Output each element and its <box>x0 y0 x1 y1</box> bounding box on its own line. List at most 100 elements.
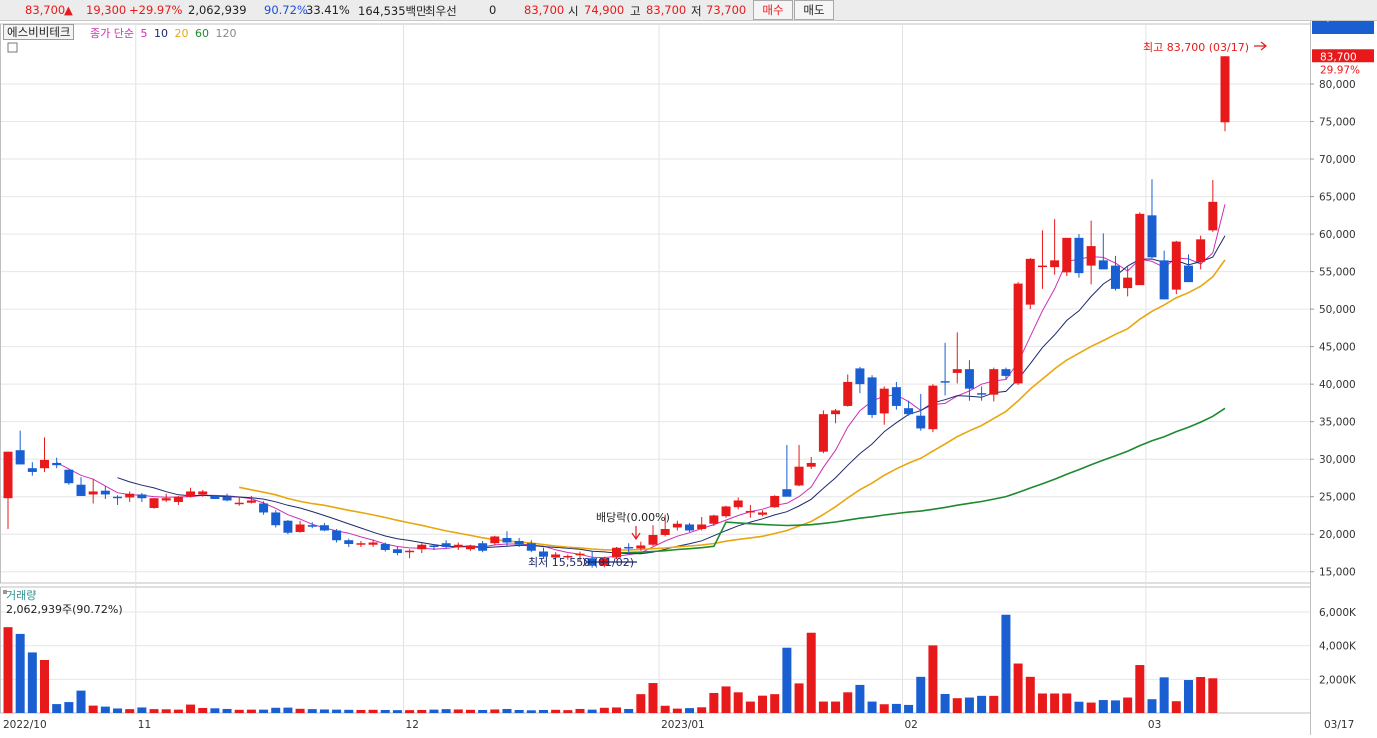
price-tick-label: 70,000 <box>1319 154 1356 166</box>
candle-body <box>392 549 402 553</box>
volume-bar <box>478 709 488 713</box>
sell-button[interactable]: 매도 <box>794 0 834 20</box>
candle <box>1086 220 1096 285</box>
volume-bar <box>3 627 13 713</box>
candle <box>1220 56 1230 132</box>
high-label: 고 <box>630 4 641 18</box>
open-label: 시 <box>568 4 579 18</box>
candle <box>453 542 463 550</box>
volume-bar <box>563 710 573 713</box>
high-arrow-icon <box>1254 41 1267 51</box>
candle <box>1159 250 1169 300</box>
candle <box>1037 230 1047 289</box>
candle-body <box>867 377 877 415</box>
candle <box>137 492 147 502</box>
x-tick-label: 2023/01 <box>661 719 705 731</box>
candle-body <box>210 495 220 499</box>
best-bid-label: 최우선 <box>425 4 457 18</box>
low-price: 73,700 <box>706 3 747 17</box>
candle-body <box>307 525 317 527</box>
candle-body <box>234 502 244 505</box>
volume-bar <box>210 708 220 713</box>
candle <box>831 408 841 424</box>
volume-bar <box>125 709 135 713</box>
volume-bar <box>612 707 621 713</box>
price-panel-border <box>0 23 1311 584</box>
candle <box>271 510 281 528</box>
candle-body <box>1037 265 1047 268</box>
low-label: 저 <box>691 4 702 18</box>
candle <box>490 535 500 546</box>
chart-area[interactable]: 15,000 20,000 25,000 30,000 35,000 40,000 45,0… <box>0 12 1377 735</box>
candle <box>417 543 427 553</box>
volume-tick-label: 2,000K <box>1319 674 1357 686</box>
candle <box>76 477 86 496</box>
candle-body <box>526 543 536 551</box>
volume-bar <box>198 707 208 713</box>
volume-bar <box>429 709 439 713</box>
candle-body <box>916 415 926 429</box>
volume-bar <box>271 707 281 713</box>
volume-bar <box>64 702 74 713</box>
volume-bar <box>76 690 86 713</box>
candle-body <box>758 512 768 515</box>
last-price-tag-text: 83,700 <box>1320 51 1357 63</box>
candle <box>818 410 828 454</box>
stock-name-box[interactable]: 에스비비테크 <box>3 24 75 40</box>
candle <box>222 493 232 502</box>
candle-body <box>40 459 50 469</box>
buy-button[interactable]: 매수 <box>753 0 793 20</box>
volume-bar <box>307 709 317 713</box>
candle-body <box>879 388 889 414</box>
candle <box>1074 234 1084 278</box>
volume-bar <box>88 705 98 713</box>
candle-body <box>76 484 86 496</box>
volume-bar <box>891 703 901 713</box>
candle <box>259 501 269 515</box>
volume-bar <box>1050 693 1060 713</box>
volume-bar <box>1074 701 1084 713</box>
volume-bar <box>843 692 853 713</box>
volume-bar <box>831 701 841 713</box>
volume-bar <box>453 709 463 713</box>
volume-bar <box>15 633 25 713</box>
volume-bar <box>685 708 695 713</box>
candle-body <box>1135 213 1145 286</box>
candle-body <box>575 553 585 556</box>
price-tick-label: 40,000 <box>1319 379 1356 391</box>
volume-bar <box>940 693 950 713</box>
candle <box>478 540 488 553</box>
volume-bar <box>344 709 354 713</box>
candle <box>1062 237 1072 277</box>
price-tick-label: 15,000 <box>1319 567 1356 579</box>
volume-bar <box>1171 701 1181 713</box>
candle <box>1135 212 1145 286</box>
candle-body <box>636 545 646 549</box>
candle-body <box>1086 246 1096 266</box>
volume-bar <box>904 704 914 713</box>
volume-bar <box>52 704 62 713</box>
volume-bar <box>697 707 707 713</box>
best-bid-qty: 0 <box>489 3 497 17</box>
candle-body <box>831 410 841 415</box>
candle-body <box>940 381 950 383</box>
volume-bar <box>538 709 548 713</box>
candle-body <box>1159 260 1169 300</box>
candle-body <box>977 393 987 395</box>
volume-bar <box>1062 693 1072 713</box>
candle-body <box>149 498 159 508</box>
volume-bar <box>405 710 415 713</box>
candle-body <box>745 510 755 513</box>
dividend-annotation: 배당락(0.00%) <box>596 511 670 524</box>
candle-body <box>1013 283 1023 384</box>
candle-body <box>344 540 354 544</box>
price-tick-label: 25,000 <box>1319 492 1356 504</box>
volume-bar <box>928 645 938 713</box>
volume-bar <box>952 698 962 713</box>
volume-bar <box>283 707 293 713</box>
volume-bar <box>745 701 755 713</box>
volume-bar <box>648 683 658 713</box>
volume-bar <box>709 692 719 713</box>
candle-body <box>186 491 196 497</box>
candlestick-chart[interactable]: 15,000 20,000 25,000 30,000 35,000 40,000 45,0… <box>0 12 1377 735</box>
